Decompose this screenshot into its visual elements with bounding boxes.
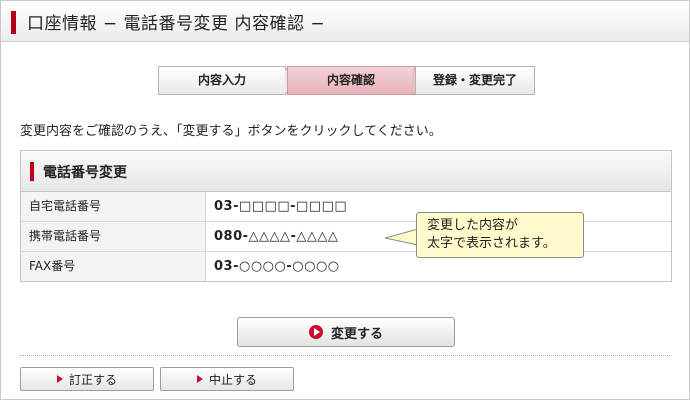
callout-line: 太字で表示されます。: [427, 236, 556, 251]
callout-line: 変更した内容が: [427, 218, 519, 233]
correct-label: 訂正する: [68, 372, 117, 387]
cancel-button[interactable]: 中止する: [160, 367, 294, 391]
page-title: 口座情報 − 電話番号変更 内容確認 −: [27, 14, 326, 34]
header-accent-bar: [11, 11, 16, 34]
divider: [20, 355, 670, 356]
step-input: 内容入力: [158, 66, 296, 96]
row-label-fax: FAX番号: [21, 252, 206, 281]
submit-label: 変更する: [330, 326, 383, 342]
row-label-home-phone: 自宅電話番号: [21, 192, 206, 221]
play-circle-icon: [308, 325, 323, 339]
step-label: 内容入力: [197, 73, 246, 87]
step-complete: 登録・変更完了: [415, 66, 535, 95]
triangle-right-icon: [56, 375, 63, 383]
step-label: 登録・変更完了: [432, 73, 517, 87]
page-header: 口座情報 − 電話番号変更 内容確認 −: [1, 1, 689, 42]
triangle-right-icon: [196, 375, 203, 383]
step-confirm: 内容確認: [287, 66, 425, 96]
step-label: 内容確認: [326, 73, 375, 87]
annotation-callout: 変更した内容が 太字で表示されます。: [416, 212, 584, 258]
instruction-text: 変更内容をご確認のうえ、「変更する」ボタンをクリックしてください。: [20, 124, 442, 139]
section-accent-bar: [30, 162, 34, 181]
section-header: 電話番号変更: [21, 151, 671, 192]
cancel-label: 中止する: [208, 372, 257, 387]
correct-button[interactable]: 訂正する: [20, 367, 154, 391]
section-title: 電話番号変更: [43, 165, 127, 181]
submit-change-button[interactable]: 変更する: [237, 317, 455, 347]
row-label-mobile-phone: 携帯電話番号: [21, 222, 206, 251]
